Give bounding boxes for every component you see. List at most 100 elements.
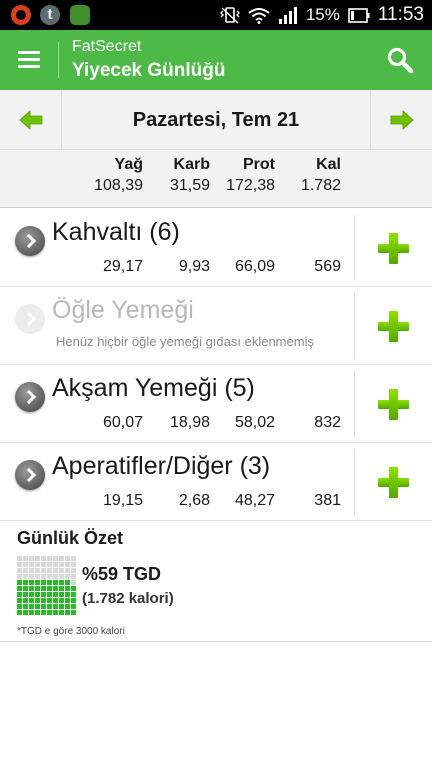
rdi-grid-cell <box>29 592 34 597</box>
rdi-grid-cell <box>41 580 46 585</box>
meal-calories: 381 <box>314 492 341 509</box>
rdi-grid-cell <box>29 610 34 615</box>
rdi-grid-cell <box>41 604 46 609</box>
rdi-grid-cell <box>23 568 28 573</box>
search-icon[interactable] <box>386 46 414 74</box>
meal-row-snacks[interactable]: Aperatifler/Diğer (3) 19,15 2,68 48,27 3… <box>0 443 432 521</box>
rdi-grid-cell <box>59 598 64 603</box>
rdi-grid-cell <box>59 556 64 561</box>
rdi-grid-cell <box>59 610 64 615</box>
chrome-icon <box>11 5 31 25</box>
rdi-grid-cell <box>47 562 52 567</box>
add-dinner-button[interactable] <box>378 389 409 420</box>
daily-summary[interactable]: Günlük Özet %59 TGD (1.782 kalori) *TGD … <box>0 520 432 642</box>
rdi-grid-cell <box>47 580 52 585</box>
rdi-grid-cell <box>47 604 52 609</box>
chevron-right-icon[interactable] <box>15 382 45 412</box>
rdi-grid-cell <box>53 580 58 585</box>
meal-divider <box>354 215 355 281</box>
rdi-grid-cell <box>47 574 52 579</box>
meal-divider <box>354 371 355 437</box>
rdi-grid-cell <box>59 604 64 609</box>
rdi-grid-cell <box>17 598 22 603</box>
meal-row-lunch[interactable]: Öğle Yemeği Henüz hiçbir öğle yemeği gıd… <box>0 287 432 365</box>
rdi-grid-cell <box>53 598 58 603</box>
rdi-grid-cell <box>59 574 64 579</box>
rdi-grid-cell <box>17 586 22 591</box>
next-day-button[interactable] <box>370 90 432 150</box>
signal-icon <box>278 7 297 24</box>
rdi-grid-cell <box>23 604 28 609</box>
clock: 11:53 <box>377 4 424 25</box>
rdi-grid-cell <box>23 556 28 561</box>
hamburger-icon[interactable] <box>18 51 40 69</box>
appbar-divider <box>58 42 59 78</box>
rdi-grid-cell <box>35 610 40 615</box>
rdi-grid-cell <box>65 586 70 591</box>
rdi-grid-cell <box>65 610 70 615</box>
arrow-left-icon <box>18 110 42 130</box>
status-bar: t 15% 11:53 <box>0 0 432 30</box>
rdi-grid-cell <box>35 568 40 573</box>
rdi-grid-cell <box>35 574 40 579</box>
battery-percent: 15% <box>305 5 340 24</box>
rdi-grid-cell <box>53 568 58 573</box>
rdi-grid-cell <box>47 598 52 603</box>
status-indicators: 15% 11:53 <box>219 0 424 30</box>
rdi-grid-cell <box>65 568 70 573</box>
chevron-right-icon[interactable] <box>15 226 45 256</box>
rdi-grid-cell <box>17 610 22 615</box>
date-label: Pazartesi, Tem 21 <box>132 109 300 131</box>
calories-total: 1.782 <box>300 177 341 194</box>
rdi-grid-cell <box>35 562 40 567</box>
rdi-grid-cell <box>71 598 76 603</box>
rdi-grid-cell <box>17 592 22 597</box>
rdi-grid-cell <box>53 586 58 591</box>
rdi-grid-cell <box>71 610 76 615</box>
rdi-grid-cell <box>23 598 28 603</box>
rdi-grid-cell <box>59 586 64 591</box>
rdi-grid-cell <box>71 580 76 585</box>
chevron-right-icon[interactable] <box>15 460 45 490</box>
page-title: Yiyecek Günlüğü <box>72 60 226 81</box>
battery-icon <box>348 7 370 23</box>
rdi-grid-cell <box>17 574 22 579</box>
rdi-grid-cell <box>41 586 46 591</box>
add-snack-button[interactable] <box>378 467 409 498</box>
rdi-grid-cell <box>53 604 58 609</box>
tumblr-icon: t <box>40 5 60 25</box>
rdi-grid-cell <box>23 586 28 591</box>
meal-row-dinner[interactable]: Akşam Yemeği (5) 60,07 18,98 58,02 832 <box>0 365 432 443</box>
rdi-grid-cell <box>71 592 76 597</box>
meal-name: Aperatifler/Diğer (3) <box>52 452 271 480</box>
rdi-note: *TGD e göre 3000 kalori <box>17 626 125 637</box>
add-lunch-button[interactable] <box>378 311 409 342</box>
rdi-grid-cell <box>71 562 76 567</box>
previous-day-button[interactable] <box>0 90 62 150</box>
rdi-grid-cell <box>71 604 76 609</box>
vibrate-icon <box>219 7 240 24</box>
rdi-grid-cell <box>71 556 76 561</box>
rdi-grid-cell <box>41 568 46 573</box>
rdi-grid-cell <box>47 568 52 573</box>
meal-calories: 569 <box>314 258 341 275</box>
chevron-right-icon[interactable] <box>15 304 45 334</box>
rdi-grid-cell <box>29 568 34 573</box>
daily-totals: Yağ Karb Prot Kal 108,39 31,59 172,38 1.… <box>0 150 432 208</box>
rdi-grid-cell <box>41 574 46 579</box>
meal-row-breakfast[interactable]: Kahvaltı (6) 29,17 9,93 66,09 569 <box>0 209 432 287</box>
add-breakfast-button[interactable] <box>378 233 409 264</box>
rdi-grid-cell <box>35 580 40 585</box>
rdi-grid-cell <box>17 580 22 585</box>
date-navigation: Pazartesi, Tem 21 <box>0 90 432 150</box>
rdi-grid-cell <box>17 562 22 567</box>
rdi-grid-cell <box>29 580 34 585</box>
rdi-grid-cell <box>47 556 52 561</box>
rdi-grid-cell <box>71 568 76 573</box>
rdi-grid-cell <box>65 598 70 603</box>
rdi-percent: %59 TGD <box>82 564 162 584</box>
meal-name: Akşam Yemeği (5) <box>52 374 255 402</box>
rdi-grid-cell <box>47 592 52 597</box>
calorie-total: (1.782 kalori) <box>82 590 174 607</box>
rdi-grid-cell <box>17 568 22 573</box>
